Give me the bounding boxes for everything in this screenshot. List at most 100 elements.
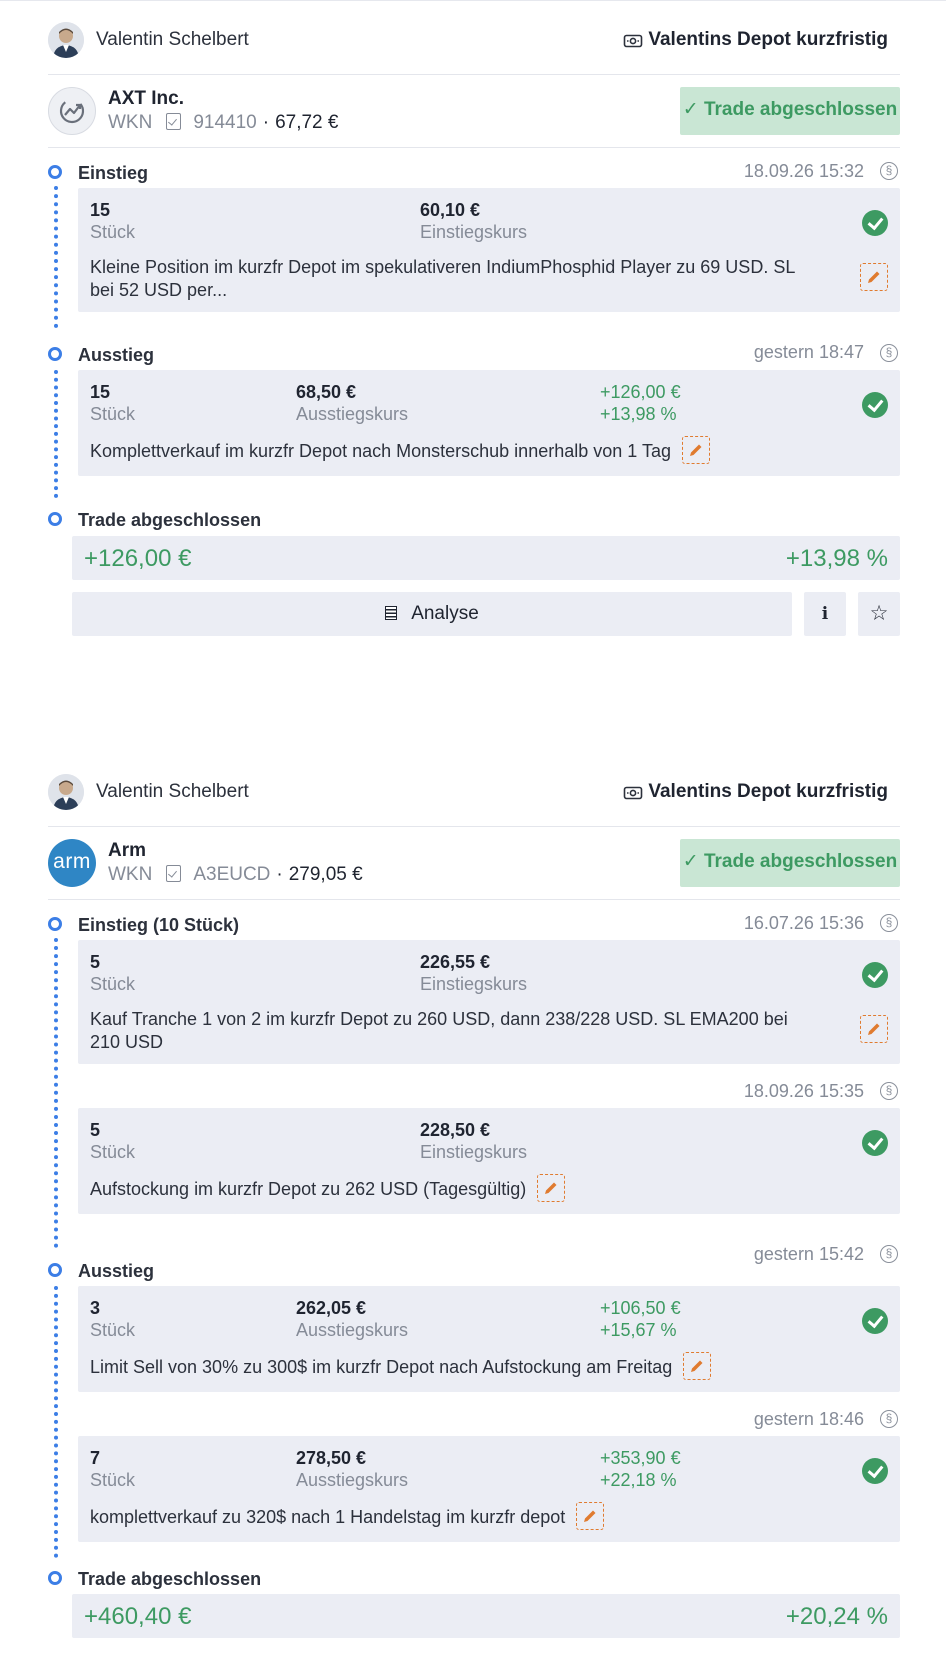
edit-note-button[interactable] [683, 1352, 712, 1381]
step-marker [48, 512, 62, 526]
asset-meta: WKN A3EUCD · 279,05 € [108, 864, 363, 886]
asset-name[interactable]: Arm [108, 840, 146, 862]
order-quantity-label: Stück [90, 1142, 136, 1162]
order-source-icon[interactable]: § [880, 1245, 898, 1263]
order-note-line: Kauf Tranche 1 von 2 im kurzfr Depot zu … [90, 1009, 788, 1029]
order-price: 262,05 € [296, 1298, 367, 1318]
order-price-label: Ausstiegskurs [296, 404, 409, 424]
order-card: 15 Stück 60,10 € Einstiegskurs Kleine Po… [78, 188, 900, 312]
order-date: 16.07.26 15:36 [743, 913, 864, 933]
pencil-icon [584, 1510, 596, 1523]
pencil-icon [868, 271, 880, 283]
step-marker [48, 1263, 62, 1277]
closed-title: Trade abgeschlossen [78, 1569, 262, 1589]
order-card: 5 Stück 226,55 € Einstiegskurs Kauf Tran… [78, 940, 900, 1064]
avatar[interactable] [48, 774, 84, 810]
trade-card-axt: Valentin Schelbert Valentins Depot kurzf… [48, 18, 900, 636]
order-quantity: 7 [90, 1448, 101, 1468]
total-profit-percent: +13,98 % [785, 545, 888, 572]
order-note: Kleine Position im kurzfr Depot im speku… [90, 256, 795, 302]
order-note-text: Aufstockung im kurzfr Depot zu 262 USD (… [90, 1179, 527, 1199]
depot-name[interactable]: Valentins Depot kurzfristig [648, 781, 888, 803]
asset-row: AXT Inc. WKN 914410 · 67,72 € ✓ Trade abges… [48, 75, 900, 148]
entry-title: Einstieg [78, 163, 149, 183]
analyse-button[interactable]: Analyse [72, 592, 792, 636]
avatar[interactable] [48, 22, 84, 58]
trade-status-button[interactable]: ✓ Trade abgeschlossen [680, 87, 900, 135]
order-price-label: Ausstiegskurs [296, 1470, 409, 1490]
top-divider [0, 0, 946, 1]
order-note-line: Kleine Position im kurzfr Depot im speku… [90, 257, 796, 277]
user-name[interactable]: Valentin Schelbert [96, 29, 249, 51]
asset-row: arm Arm WKN A3EUCD · 279,05 € ✓ Trade abges… [48, 827, 900, 900]
edit-note-button[interactable] [860, 1015, 888, 1043]
step-marker [48, 347, 62, 361]
asset-logo[interactable] [48, 87, 96, 135]
total-profit: +126,00 € [84, 545, 192, 572]
order-source-icon[interactable]: § [880, 1410, 898, 1428]
copy-check-icon[interactable] [166, 865, 182, 882]
edit-note-button[interactable] [860, 263, 888, 291]
avatar-image [48, 774, 84, 810]
trade-result: +460,40 € +20,24 % [72, 1594, 900, 1638]
trade-feed: Valentin Schelbert Valentins Depot kurzf… [0, 0, 946, 1676]
check-circle-icon [862, 1308, 888, 1334]
order-price: 60,10 € [420, 200, 481, 220]
exit-title: Ausstieg [78, 1261, 155, 1281]
order-price: 228,50 € [420, 1120, 491, 1140]
separator-dot: · [262, 112, 270, 133]
profit-absolute: +126,00 € [600, 382, 681, 402]
order-quantity-label: Stück [90, 222, 136, 242]
order-quantity: 15 [90, 200, 111, 220]
entry-title: Einstieg (10 Stück) [78, 915, 240, 935]
total-profit-percent: +20,24 % [785, 1603, 888, 1630]
info-button[interactable]: i [804, 592, 846, 636]
asset-price: 67,72 € [275, 112, 339, 133]
order-quantity-label: Stück [90, 974, 136, 994]
order-date: 18.09.26 15:32 [743, 161, 864, 181]
user-row: Valentin Schelbert Valentins Depot kurzf… [48, 770, 900, 827]
user-name[interactable]: Valentin Schelbert [96, 781, 249, 803]
check-circle-icon [862, 1130, 888, 1156]
pencil-icon [868, 1023, 880, 1035]
order-note: Komplettverkauf im kurzfr Depot nach Mon… [90, 436, 710, 465]
step-marker [48, 917, 62, 931]
edit-note-button[interactable] [537, 1174, 566, 1203]
order-quantity: 3 [90, 1298, 101, 1318]
depot-name[interactable]: Valentins Depot kurzfristig [648, 29, 888, 51]
asset-meta: WKN 914410 · 67,72 € [108, 112, 338, 134]
asset-price: 279,05 € [288, 864, 363, 885]
star-icon[interactable]: ☆ [858, 592, 900, 636]
profit-percent: +15,67 % [600, 1320, 677, 1340]
edit-note-button[interactable] [681, 436, 710, 465]
step-marker [48, 1571, 62, 1585]
wkn-value: A3EUCD [193, 864, 271, 885]
profit-absolute: +353,90 € [600, 1448, 681, 1468]
order-quantity: 5 [90, 1120, 101, 1140]
order-source-icon[interactable]: § [880, 162, 898, 180]
timeline-connector [54, 186, 58, 328]
profit-percent: +22,18 % [600, 1470, 677, 1490]
order-date: gestern 18:46 [753, 1409, 864, 1429]
copy-check-icon[interactable] [166, 113, 182, 130]
order-price: 226,55 € [420, 952, 491, 972]
exit-title: Ausstieg [78, 345, 155, 365]
order-date: gestern 18:47 [753, 342, 864, 362]
check-circle-icon [862, 1458, 888, 1484]
order-card: 15 Stück 68,50 € Ausstiegskurs +126,00 €… [78, 370, 900, 476]
order-source-icon[interactable]: § [880, 344, 898, 362]
order-quantity-label: Stück [90, 1320, 136, 1340]
order-price-label: Einstiegskurs [420, 222, 528, 242]
order-source-icon[interactable]: § [880, 1082, 898, 1100]
trade-status-button[interactable]: ✓ Trade abgeschlossen [680, 839, 900, 887]
total-profit: +460,40 € [84, 1603, 192, 1630]
order-source-icon[interactable]: § [880, 914, 898, 932]
order-quantity: 5 [90, 952, 101, 972]
asset-name[interactable]: AXT Inc. [108, 88, 184, 110]
order-price: 278,50 € [296, 1448, 367, 1468]
order-quantity-label: Stück [90, 404, 136, 424]
asset-logo[interactable]: arm [48, 839, 96, 887]
edit-note-button[interactable] [576, 1502, 605, 1531]
trade-card-arm: Valentin Schelbert Valentins Depot kurzf… [48, 770, 900, 1638]
closed-title: Trade abgeschlossen [78, 510, 262, 530]
